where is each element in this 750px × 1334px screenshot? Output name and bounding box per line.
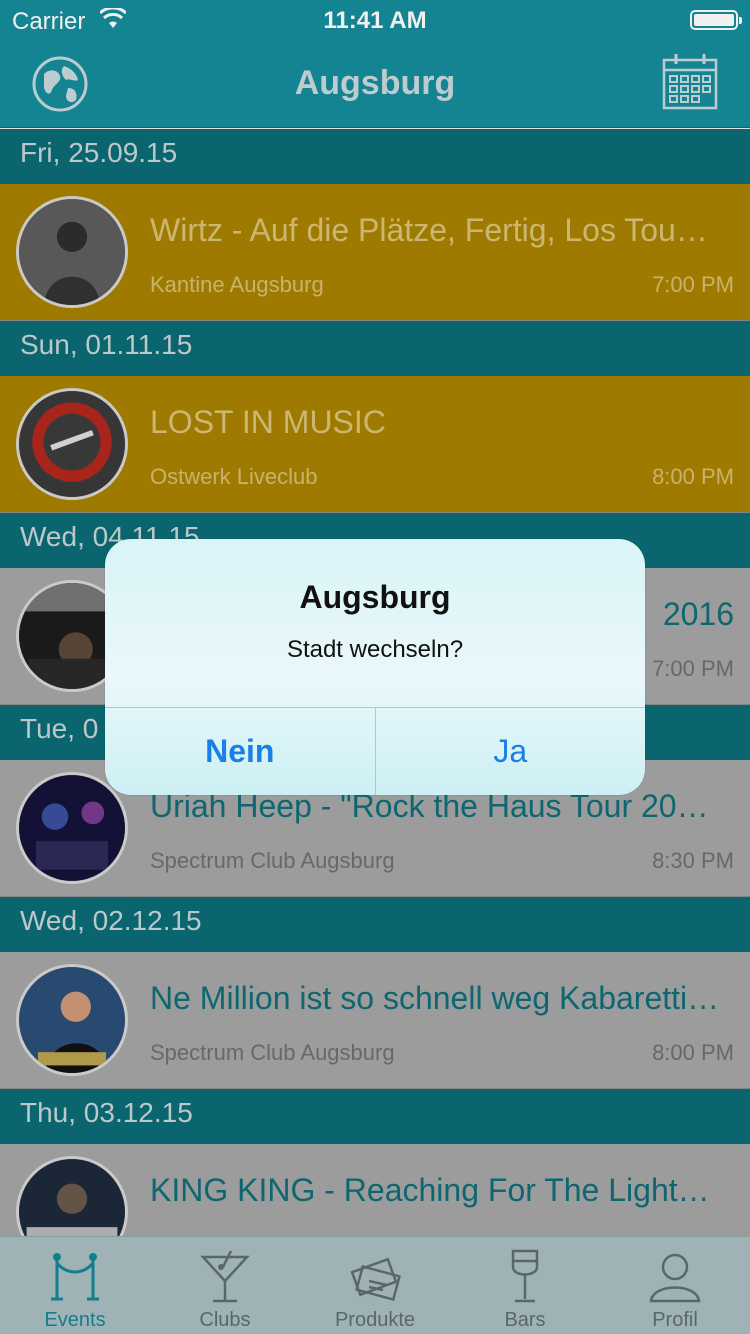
alert-button-row: Nein Ja bbox=[105, 707, 645, 795]
confirm-button[interactable]: Ja bbox=[376, 708, 646, 795]
person-icon bbox=[649, 1253, 701, 1303]
cocktail-icon bbox=[200, 1250, 250, 1303]
tab-events[interactable]: Events bbox=[0, 1237, 150, 1334]
tab-label: Clubs bbox=[199, 1309, 251, 1331]
rope-barrier-icon bbox=[51, 1253, 99, 1301]
tab-produkte[interactable]: Produkte bbox=[300, 1237, 450, 1334]
tab-profil[interactable]: Profil bbox=[600, 1237, 750, 1334]
alert-title: Augsburg bbox=[299, 579, 451, 615]
tab-label: Events bbox=[44, 1309, 106, 1331]
wine-glass-icon bbox=[511, 1249, 539, 1303]
cancel-button[interactable]: Nein bbox=[105, 708, 376, 795]
alert-message: Stadt wechseln? bbox=[286, 636, 464, 663]
tab-label: Profil bbox=[652, 1309, 698, 1331]
tab-clubs[interactable]: Clubs bbox=[150, 1237, 300, 1334]
alert-dialog: Augsburg Stadt wechseln? Nein Ja bbox=[105, 539, 645, 795]
tab-label: Bars bbox=[504, 1309, 546, 1331]
tab-bar: Events Clubs Produkte Bars Profil bbox=[0, 1236, 750, 1334]
tab-bars[interactable]: Bars bbox=[450, 1237, 600, 1334]
tickets-icon bbox=[350, 1257, 401, 1302]
tab-label: Produkte bbox=[334, 1309, 416, 1331]
